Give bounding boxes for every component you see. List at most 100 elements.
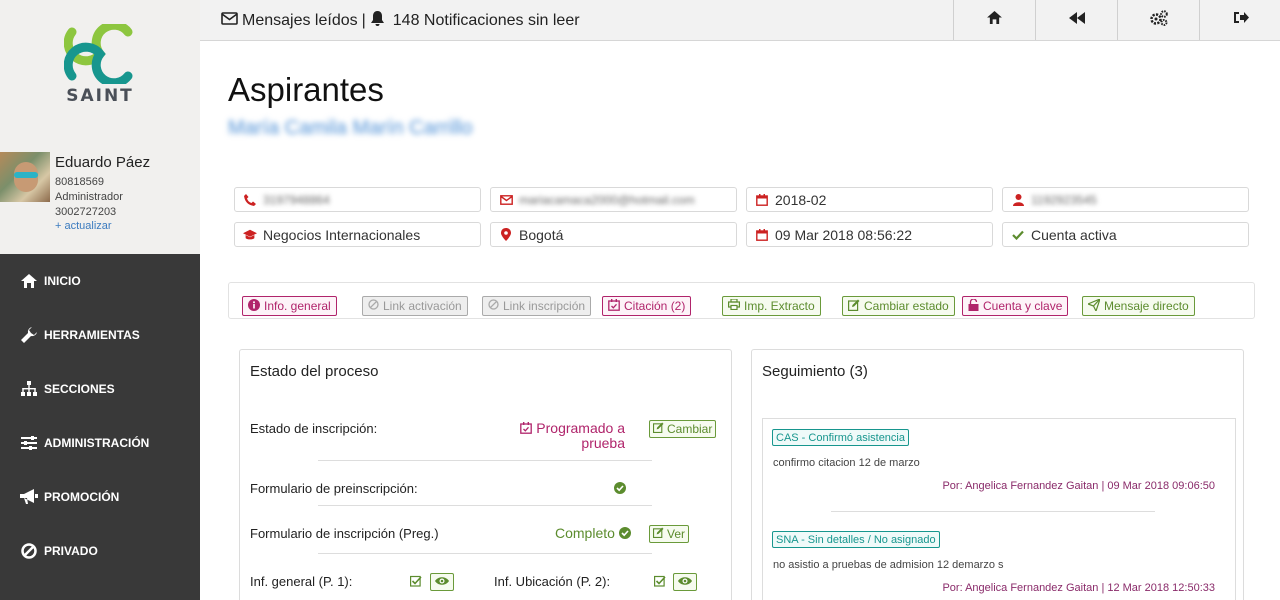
period-value: 2018-02 (775, 191, 827, 208)
check-circle-icon (614, 481, 626, 499)
menu-item-secciones[interactable]: SECCIONES (0, 362, 200, 416)
mensaje-directo-label: Mensaje directo (1104, 299, 1189, 313)
inf-ubicacion-label: Inf. Ubicación (P. 2): (494, 574, 611, 589)
menu-item-promocion[interactable]: PROMOCIÓN (0, 470, 200, 524)
user-name: Eduardo Páez (55, 154, 151, 171)
bell-icon (370, 11, 389, 31)
topbar-separator: | (361, 12, 366, 29)
print-icon (728, 298, 744, 313)
followup-tag: CAS - Confirmó asistencia (772, 429, 909, 446)
check-circle-icon (618, 525, 631, 541)
user-id: 80818569 (55, 176, 104, 188)
followup-note: no asistio a pruebas de admision 12 dema… (773, 559, 1004, 571)
graduation-cap-icon (243, 228, 257, 242)
info-circle-icon (248, 298, 264, 314)
phone-field: 3197948864 (234, 187, 481, 212)
menu-item-label: INICIO (44, 274, 81, 288)
user-icon (1011, 193, 1025, 207)
avatar (0, 152, 50, 202)
notifications-link[interactable]: 148 Notificaciones sin leer (393, 12, 580, 30)
user-role: Administrador (55, 191, 123, 203)
menu-item-administracion[interactable]: ADMINISTRACIÓN (0, 416, 200, 470)
document-value: 1192923545 (1031, 192, 1097, 207)
menu-item-label: HERRAMIENTAS (44, 328, 140, 342)
calendar-icon (755, 193, 769, 207)
ver-button[interactable]: Ver (649, 525, 690, 543)
topbar-status: Mensajes leídos | 148 Notificaciones sin… (221, 11, 580, 31)
calendar-check-icon (520, 420, 533, 436)
preinscripcion-label: Formulario de preinscripción: (250, 481, 418, 496)
edit-icon (848, 299, 864, 314)
imp-extracto-button[interactable]: Imp. Extracto (722, 296, 821, 316)
cambiar-estado-inline-button[interactable]: Cambiar (649, 420, 717, 438)
settings-button[interactable] (1117, 0, 1199, 40)
divider (831, 511, 1155, 512)
calendar-check-icon (608, 298, 624, 314)
cambiar-label: Cambiar (667, 422, 713, 436)
phone-value: 3197948864 (263, 192, 330, 207)
messages-read-link[interactable]: Mensajes leídos (242, 12, 358, 30)
check-icon (1011, 228, 1025, 242)
process-panel-title: Estado del proceso (250, 363, 379, 380)
account-status-value: Cuenta activa (1031, 226, 1117, 243)
check-square-icon (654, 574, 666, 592)
edit-icon (653, 422, 664, 436)
email-value: mariacamaca2000@hotmail.com (519, 192, 695, 207)
sidebar: SAINT Eduardo Páez 80818569 Administrado… (0, 0, 200, 600)
divider (318, 460, 652, 461)
menu-item-inicio[interactable]: INICIO (0, 254, 200, 308)
paper-plane-icon (1086, 297, 1104, 314)
inf-general-label: Inf. general (P. 1): (250, 574, 353, 589)
back-button[interactable] (1035, 0, 1117, 40)
menu-item-herramientas[interactable]: HERRAMIENTAS (0, 308, 200, 362)
ban-icon (368, 299, 383, 313)
program-value: Negocios Internacionales (263, 226, 421, 243)
followup-panel-title: Seguimiento (3) (762, 363, 868, 380)
date-value: 09 Mar 2018 08:56:22 (775, 226, 912, 243)
logout-button[interactable] (1199, 0, 1280, 40)
city-value: Bogotá (519, 226, 564, 243)
followup-note: confirmo citacion 12 de marzo (773, 457, 920, 469)
eye-icon (678, 575, 692, 589)
view-inf-ubicacion-button[interactable] (673, 573, 697, 591)
estado-value-line1: Programado a (536, 420, 625, 436)
main-content: Aspirantes María Camila Marín Carrillo 3… (200, 41, 1280, 600)
home-icon (20, 272, 38, 290)
ban-icon (488, 299, 503, 313)
check-square-icon (410, 574, 422, 592)
email-field: mariacamaca2000@hotmail.com (490, 187, 737, 212)
sliders-icon (20, 434, 38, 452)
followup-panel: Seguimiento (3) CAS - Confirmó asistenci… (751, 349, 1244, 600)
link-activacion-button[interactable]: Link activación (362, 296, 468, 316)
mensaje-directo-button[interactable]: Mensaje directo (1082, 296, 1195, 316)
view-inf-general-button[interactable] (430, 573, 454, 591)
sign-out-icon (1233, 11, 1249, 29)
home-button[interactable] (953, 0, 1035, 40)
home-icon (987, 11, 1002, 29)
calendar-icon (755, 228, 769, 242)
user-profile: Eduardo Páez 80818569 Administrador 3002… (0, 152, 200, 236)
update-profile-link[interactable]: + actualizar (55, 220, 112, 232)
link-inscripcion-label: Link inscripción (503, 299, 586, 313)
completo-label: Completo (555, 525, 615, 541)
sitemap-icon (20, 380, 38, 398)
citacion-label: Citación (2) (624, 299, 686, 313)
app-logo[interactable]: SAINT (55, 24, 145, 119)
followup-tag: SNA - Sin detalles / No asignado (772, 531, 940, 548)
period-field: 2018-02 (746, 187, 993, 212)
citacion-button[interactable]: Citación (2) (602, 296, 692, 316)
divider (318, 553, 652, 554)
logo-text: SAINT (66, 86, 134, 106)
phone-icon (243, 193, 257, 207)
inscripcion-label: Formulario de inscripción (Preg.) (250, 526, 439, 541)
link-inscripcion-button[interactable]: Link inscripción (482, 296, 592, 316)
saint-logo-icon (64, 24, 133, 84)
cuenta-clave-button[interactable]: Cuenta y clave (962, 296, 1069, 316)
info-general-button[interactable]: Info. general (242, 296, 337, 316)
menu-item-privado[interactable]: PRIVADO (0, 524, 200, 578)
document-field: 1192923545 (1002, 187, 1249, 212)
cambiar-estado-button[interactable]: Cambiar estado (842, 296, 955, 316)
inscripcion-status: Completo (555, 525, 631, 541)
followup-list: CAS - Confirmó asistencia confirmo citac… (762, 418, 1236, 600)
applicant-name: María Camila Marín Carrillo (228, 117, 473, 139)
